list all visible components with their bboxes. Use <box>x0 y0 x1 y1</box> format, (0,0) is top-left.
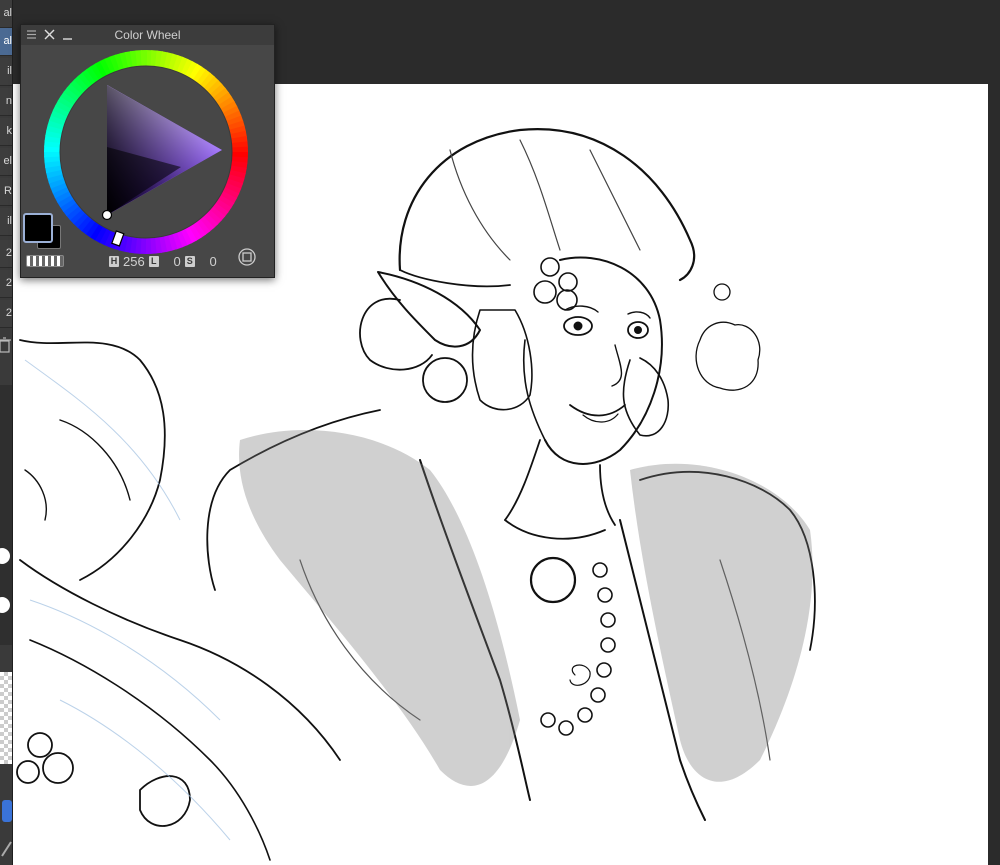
sidebar-action-button[interactable] <box>2 800 12 822</box>
sidebar-item[interactable]: il <box>0 58 12 86</box>
transparency-preview <box>0 672 12 764</box>
hue-ring-segment[interactable] <box>140 50 148 67</box>
s-value[interactable]: 0 <box>199 254 216 269</box>
sidebar-item[interactable]: n <box>0 88 12 116</box>
sidebar-item[interactable]: il <box>0 208 12 236</box>
sidebar-item-label: n <box>5 95 12 107</box>
panel-title: Color Wheel <box>114 28 181 42</box>
transparent-color-swatch[interactable] <box>26 255 64 267</box>
l-value[interactable]: 0 <box>163 254 180 269</box>
sidebar-item-label: 2 <box>5 307 12 319</box>
sidebar-item-label: il <box>7 215 12 227</box>
h-label: H <box>109 255 119 267</box>
sidebar-item-label: il <box>7 65 12 77</box>
sidebar-item-label: 2 <box>5 247 12 259</box>
sidebar-item[interactable]: el <box>0 148 12 176</box>
main-color-swatch[interactable] <box>23 213 53 243</box>
canvas-left-region[interactable] <box>13 300 273 865</box>
sidebar-item-label: el <box>3 155 12 167</box>
panel-titlebar[interactable]: Color Wheel <box>21 25 274 45</box>
sidebar-item[interactable]: R <box>0 178 12 206</box>
color-settings-icon[interactable] <box>237 247 257 267</box>
sidebar-item[interactable]: 2 <box>0 300 12 328</box>
sidebar-item-label: 2 <box>5 277 12 289</box>
color-wheel-panel[interactable]: Color Wheel H 256 L 0 S 0 <box>20 24 275 278</box>
sidebar-item[interactable]: 2 <box>0 270 12 298</box>
pen-icon[interactable] <box>0 838 12 858</box>
sidebar-item-label: R <box>4 185 12 197</box>
sidebar-item[interactable]: k <box>0 118 12 146</box>
sidebar-item[interactable]: 2 <box>0 240 12 268</box>
trash-icon[interactable] <box>0 337 12 353</box>
hue-ring[interactable] <box>41 47 251 257</box>
sidebar-item[interactable]: al <box>0 0 12 28</box>
tool-property-sidebar: al al il n k el R il 2 2 2 <box>0 0 13 865</box>
l-label: L <box>148 255 159 267</box>
sidebar-item-selected[interactable]: al <box>0 28 12 56</box>
saturation-lightness-triangle[interactable] <box>101 77 231 222</box>
sidebar-item-label: k <box>6 125 13 137</box>
sidebar-item-label: al <box>3 35 12 47</box>
sidebar-item-label: al <box>3 7 12 19</box>
h-value[interactable]: 256 <box>123 254 145 269</box>
s-label: S <box>184 255 195 267</box>
color-picker-cursor[interactable] <box>101 209 113 221</box>
hsv-readout: H 256 L 0 S 0 <box>109 254 217 269</box>
